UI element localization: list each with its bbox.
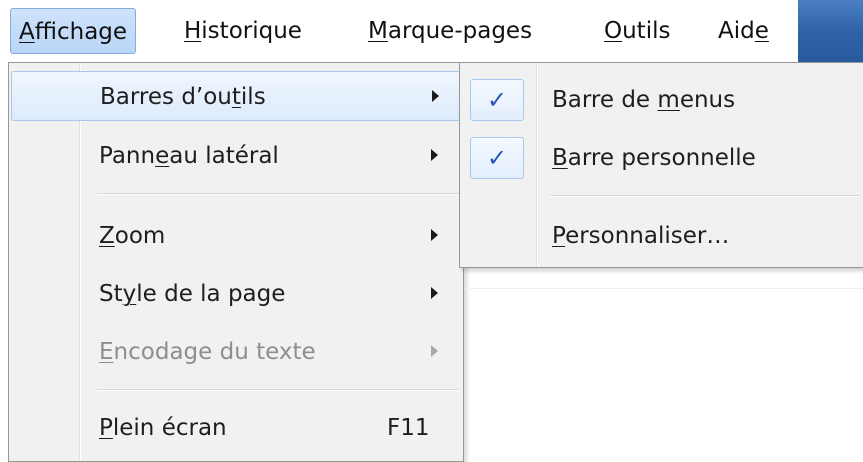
submenu-item-label: Barre personnelle [552,145,756,171]
window-titlebar-strip [798,0,863,62]
submenu-item-label: Barre de menus [552,87,736,113]
menu-item-label: Barres d’outils [100,84,266,110]
submenu-separator [550,195,860,197]
menu-aide-mnemonic: e [754,18,769,44]
barres-outils-submenu: ✓ Barre de menus ✓ Barre personnelle Per… [459,62,863,268]
menu-item-encodage-texte: Encodage du texte [11,327,461,377]
menu-item-label: Plein écran [99,415,227,441]
menu-item-label: Panneau latéral [99,143,279,169]
menu-aide[interactable]: Aide [710,8,777,54]
submenu-item-label: Personnaliser… [552,223,730,249]
submenu-item-barre-personnelle[interactable]: ✓ Barre personnelle [462,133,863,183]
submenu-item-personnaliser[interactable]: Personnaliser… [462,211,863,261]
menu-item-panneau-lateral[interactable]: Panneau latéral [11,131,461,181]
submenu-item-barre-menus[interactable]: ✓ Barre de menus [462,75,863,125]
menu-historique-label: istorique [201,18,302,44]
submenu-arrow-icon [431,345,438,357]
menu-outils-label: utils [622,18,671,44]
menu-historique[interactable]: Historique [176,8,310,54]
menu-historique-mnemonic: H [184,18,202,44]
menu-item-zoom[interactable]: Zoom [11,211,461,261]
menu-item-label: Encodage du texte [99,339,316,365]
checkmark-icon: ✓ [470,79,524,121]
menu-item-style-page[interactable]: Style de la page [11,269,461,319]
menu-item-barres-outils[interactable]: Barres d’outils [11,71,461,121]
submenu-arrow-icon [431,287,438,299]
menu-outils-mnemonic: O [604,18,623,44]
submenu-arrow-icon [431,149,438,161]
menu-outils[interactable]: Outils [596,8,678,54]
menu-item-label: Style de la page [99,281,286,307]
menu-bar: Affichage Historique Marque-pages Outils… [0,0,863,62]
menu-gutter [79,63,81,461]
menu-item-plein-ecran[interactable]: Plein écran F11 [11,403,461,453]
shortcut-label: F11 [387,415,430,441]
submenu-arrow-icon [431,229,438,241]
menu-marque-pages-mnemonic: M [368,18,388,44]
menu-aide-label: Aid [718,18,755,44]
menu-affichage[interactable]: Affichage [10,8,137,54]
menu-item-label: Zoom [99,223,166,249]
menu-marque-pages-label: arque-pages [387,18,533,44]
menu-separator [97,193,459,195]
menu-separator [97,389,459,391]
affichage-dropdown: Barres d’outils Panneau latéral Zoom Sty… [8,62,464,462]
checkmark-icon: ✓ [470,137,524,179]
menu-affichage-mnemonic: A [19,19,35,45]
menu-affichage-label: ffichage [34,19,128,45]
submenu-arrow-icon [432,90,439,102]
menu-marque-pages[interactable]: Marque-pages [360,8,540,54]
page-background-line [470,288,863,289]
